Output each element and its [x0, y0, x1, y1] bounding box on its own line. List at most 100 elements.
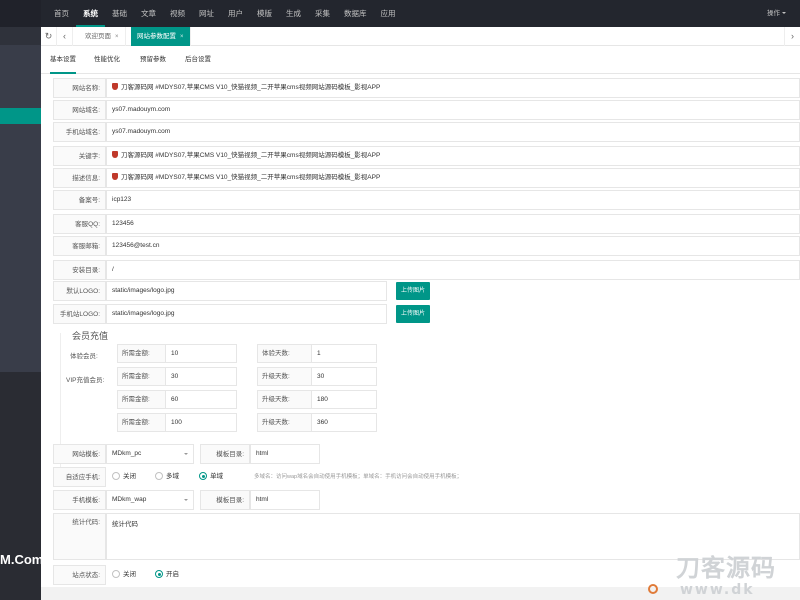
radio-status-off[interactable]: 关闭	[112, 565, 136, 585]
subtab-admin[interactable]: 后台设置	[185, 46, 211, 74]
radio-status-on[interactable]: 开启	[155, 565, 179, 585]
shield-icon	[112, 151, 118, 158]
mobile-logo-input[interactable]: static/images/logo.jpg	[106, 304, 387, 324]
email-label: 客服邮箱:	[53, 236, 106, 256]
stats-code-label: 统计代码:	[53, 513, 106, 560]
vip-amount-field[interactable]: 所需金额: 100	[117, 413, 237, 432]
description-label: 描述信息:	[53, 168, 106, 188]
topnav-user[interactable]: 用户	[221, 0, 250, 27]
site-name-input[interactable]: 刀客源码网 #MDYS07,苹果CMS V10_快猫视频_二开苹果cms视频网站…	[106, 78, 800, 98]
radio-adapt-multi[interactable]: 多域	[155, 467, 179, 487]
topnav-system[interactable]: 系统	[76, 0, 105, 27]
subtab-performance[interactable]: 性能优化	[94, 46, 120, 74]
vip-amount-field[interactable]: 所需金额: 60	[117, 390, 237, 409]
site-status-label: 站点状态:	[53, 565, 106, 585]
site-name-value: 刀客源码网 #MDYS07,苹果CMS V10_快猫视频_二开苹果cms视频网站…	[121, 84, 381, 91]
close-icon[interactable]: ×	[115, 34, 119, 40]
mobile-template-select[interactable]: MDkm_wap	[106, 490, 194, 510]
mobile-domain-label: 手机站域名:	[53, 122, 106, 142]
days-value: 30	[317, 373, 325, 380]
shield-icon	[112, 83, 118, 90]
site-domain-row: 网站域名: ys07.madouym.com	[53, 100, 800, 120]
radio-label: 单域	[210, 473, 223, 480]
mobile-template-value: MDkm_wap	[112, 496, 147, 503]
mobile-logo-label: 手机站LOGO:	[53, 304, 106, 324]
chevron-right-icon[interactable]: ›	[784, 27, 800, 46]
top-navbar: 首页 系统 基础 文章 视频 网址 用户 模版 生成 采集 数据库 应用 操作	[0, 0, 800, 27]
topnav-database[interactable]: 数据库	[337, 0, 374, 27]
sidebar-active-item[interactable]	[0, 108, 41, 124]
chevron-left-icon[interactable]: ‹	[57, 27, 73, 46]
vip-days-field[interactable]: 升级天数: 30	[257, 367, 377, 386]
tab-welcome-label: 欢迎页面	[85, 33, 111, 40]
topnav-template[interactable]: 模版	[250, 0, 279, 27]
logo-area	[0, 0, 41, 27]
template-dir-input[interactable]: html	[250, 444, 320, 464]
topnav-collect[interactable]: 采集	[308, 0, 337, 27]
watermark-logo-icon	[648, 584, 658, 594]
topnav-video[interactable]: 视频	[163, 0, 192, 27]
email-input[interactable]: 123456@test.cn	[106, 236, 800, 256]
topnav-apps[interactable]: 应用	[374, 0, 403, 27]
vip-days-field[interactable]: 升级天数: 180	[257, 390, 377, 409]
keywords-label: 关键字:	[53, 146, 106, 166]
subtab-basic[interactable]: 基本设置	[50, 46, 76, 74]
tab-site-config[interactable]: 网站参数配置 ×	[131, 27, 191, 46]
site-domain-input[interactable]: ys07.madouym.com	[106, 100, 800, 120]
vip-days-field[interactable]: 升级天数: 360	[257, 413, 377, 432]
topnav-home[interactable]: 首页	[47, 0, 76, 27]
icp-label: 备案号:	[53, 190, 106, 210]
topnav-website[interactable]: 网址	[192, 0, 221, 27]
description-input[interactable]: 刀客源码网 #MDYS07,苹果CMS V10_快猫视频_二开苹果cms视频网站…	[106, 168, 800, 188]
qq-row: 客服QQ: 123456	[53, 214, 800, 234]
radio-label: 多域	[166, 473, 179, 480]
watermark-text: 刀客源码	[676, 554, 776, 582]
template-value: MDkm_pc	[112, 450, 142, 457]
topnav-article[interactable]: 文章	[134, 0, 163, 27]
chevron-down-icon	[184, 453, 188, 457]
refresh-icon[interactable]: ↻	[41, 27, 57, 46]
icp-input[interactable]: icp123	[106, 190, 800, 210]
mobile-domain-row: 手机站域名: ys07.madouym.com	[53, 122, 800, 142]
trial-amount-field[interactable]: 所需金额: 10	[117, 344, 237, 363]
radio-label: 关闭	[123, 473, 136, 480]
upload-logo-button[interactable]: 上传图片	[396, 282, 431, 300]
radio-label: 开启	[166, 571, 179, 578]
keywords-row: 关键字: 刀客源码网 #MDYS07,苹果CMS V10_快猫视频_二开苹果cm…	[53, 146, 800, 166]
trial-days-field[interactable]: 体验天数: 1	[257, 344, 377, 363]
logo-row: 默认LOGO: static/images/logo.jpg 上传图片	[53, 281, 800, 301]
vip-member-label: VIP充值会员:	[66, 377, 105, 384]
days-value: 1	[317, 350, 321, 357]
install-dir-input[interactable]: /	[106, 260, 800, 280]
template-select[interactable]: MDkm_pc	[106, 444, 194, 464]
template-label: 网站模板:	[53, 444, 106, 464]
mobile-template-dir-input[interactable]: html	[250, 490, 320, 510]
subtab-reserved[interactable]: 预留参数	[140, 46, 166, 74]
mobile-domain-input[interactable]: ys07.madouym.com	[106, 122, 800, 142]
close-icon[interactable]: ×	[180, 34, 184, 40]
tab-welcome[interactable]: 欢迎页面 ×	[79, 27, 126, 46]
tab-site-config-label: 网站参数配置	[137, 33, 176, 40]
operations-menu[interactable]: 操作	[767, 0, 786, 27]
template-dir-label: 模板目录:	[200, 444, 250, 464]
topnav-basic[interactable]: 基础	[105, 0, 134, 27]
vip-amount-field[interactable]: 所需金额: 30	[117, 367, 237, 386]
mobile-template-label: 手机模板:	[53, 490, 106, 510]
caret-down-icon	[782, 12, 786, 16]
shield-icon	[112, 173, 118, 180]
site-name-row: 网站名称: 刀客源码网 #MDYS07,苹果CMS V10_快猫视频_二开苹果c…	[53, 78, 800, 98]
keywords-input[interactable]: 刀客源码网 #MDYS07,苹果CMS V10_快猫视频_二开苹果cms视频网站…	[106, 146, 800, 166]
radio-adapt-off[interactable]: 关闭	[112, 467, 136, 487]
mobile-template-row: 手机模板: MDkm_wap 模板目录: html	[53, 490, 373, 510]
logo-input[interactable]: static/images/logo.jpg	[106, 281, 387, 301]
top-nav: 首页 系统 基础 文章 视频 网址 用户 模版 生成 采集 数据库 应用	[47, 0, 403, 27]
icp-row: 备案号: icp123	[53, 190, 800, 210]
qq-input[interactable]: 123456	[106, 214, 800, 234]
logo-label: 默认LOGO:	[53, 281, 106, 301]
upload-mobile-logo-button[interactable]: 上传图片	[396, 305, 431, 323]
topnav-generate[interactable]: 生成	[279, 0, 308, 27]
amount-value: 10	[171, 350, 179, 357]
template-row: 网站模板: MDkm_pc 模板目录: html	[53, 444, 373, 464]
days-label: 升级天数:	[258, 391, 312, 408]
radio-adapt-single[interactable]: 单域	[199, 467, 223, 487]
